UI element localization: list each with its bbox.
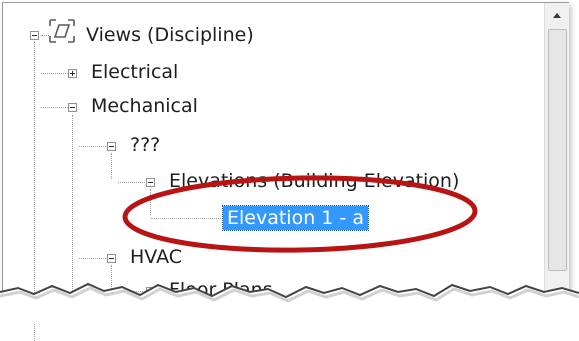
views-icon bbox=[49, 19, 75, 43]
project-browser-tree: Views (Discipline) Electrical Mechanical… bbox=[3, 3, 543, 341]
tree-item-elevations[interactable]: Elevations (Building Elevation) bbox=[169, 169, 459, 193]
tree-guide-line bbox=[111, 153, 112, 179]
vertical-scrollbar[interactable] bbox=[544, 3, 569, 313]
collapse-toggle-icon[interactable] bbox=[107, 254, 116, 263]
tree-guide-line bbox=[150, 189, 151, 215]
expand-toggle-icon[interactable] bbox=[68, 69, 77, 78]
collapse-toggle-icon[interactable] bbox=[30, 31, 39, 40]
tree-item-elevation-1-a[interactable]: Elevation 1 - a bbox=[222, 205, 369, 231]
torn-edge-decoration bbox=[0, 282, 579, 323]
tree-view-frame: Views (Discipline) Electrical Mechanical… bbox=[2, 2, 569, 341]
scroll-up-button[interactable] bbox=[545, 3, 569, 27]
scrollbar-thumb[interactable] bbox=[548, 29, 567, 271]
tree-item-mechanical[interactable]: Mechanical bbox=[91, 94, 198, 118]
collapse-toggle-icon[interactable] bbox=[68, 103, 77, 112]
tree-item-hvac[interactable]: HVAC bbox=[130, 245, 182, 269]
tree-guide-line bbox=[151, 218, 223, 219]
chevron-up-icon bbox=[553, 13, 561, 18]
tree-item-electrical[interactable]: Electrical bbox=[91, 60, 178, 84]
tree-item-views-discipline[interactable]: Views (Discipline) bbox=[86, 23, 254, 47]
tree-item-unknown-category[interactable]: ??? bbox=[130, 133, 160, 157]
collapse-toggle-icon[interactable] bbox=[146, 178, 155, 187]
collapse-toggle-icon[interactable] bbox=[107, 142, 116, 151]
